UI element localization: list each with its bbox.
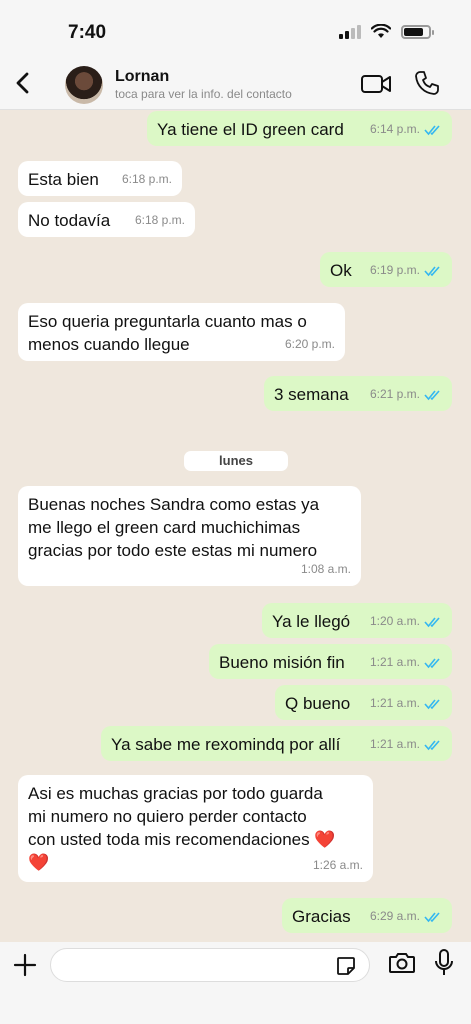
battery-icon	[401, 24, 434, 39]
sticker-icon[interactable]	[335, 955, 357, 977]
camera-icon[interactable]	[388, 950, 416, 976]
message-meta: 6:21 p.m.	[370, 383, 442, 406]
message-list[interactable]: Ya tiene el ID green card 6:14 p.m. Esta…	[0, 110, 471, 942]
message-time: 6:14 p.m.	[369, 122, 420, 136]
message-meta: 6:20 p.m.	[285, 333, 335, 356]
message-outgoing[interactable]: Bueno misión fin 1:21 a.m.	[209, 644, 452, 679]
message-outgoing[interactable]: Ya sabe me rexomindq por allí 1:21 a.m.	[101, 726, 452, 761]
contact-name[interactable]: Lornan	[115, 68, 169, 86]
message-time: 1:08 a.m.	[300, 562, 351, 576]
message-text: No todavía	[28, 211, 111, 230]
message-text-line: Buenas noches Sandra como estas ya	[28, 495, 320, 514]
message-outgoing[interactable]: 3 semana 6:21 p.m.	[264, 376, 452, 411]
message-time: 6:18 p.m.	[134, 213, 185, 227]
message-text: Esta bien	[28, 170, 99, 189]
message-meta: 6:18 p.m.	[135, 209, 185, 232]
phone-icon[interactable]	[414, 70, 440, 96]
status-icons	[339, 24, 434, 39]
message-outgoing[interactable]: Ya le llegó 1:20 a.m.	[262, 603, 452, 638]
message-time: 1:21 a.m.	[369, 737, 420, 751]
message-text: 3 semana	[274, 385, 349, 404]
read-tick-icon	[424, 124, 440, 135]
message-input[interactable]	[50, 948, 370, 982]
message-text-line: con usted toda mis recomendaciones ❤️	[28, 830, 336, 849]
day-separator: lunes	[184, 451, 288, 471]
read-tick-icon	[424, 739, 440, 750]
message-outgoing[interactable]: Ok 6:19 p.m.	[320, 252, 452, 287]
message-text-line: Eso queria preguntarla cuanto mas o	[28, 312, 307, 331]
message-incoming[interactable]: Asi es muchas gracias por todo guarda mi…	[18, 775, 373, 882]
avatar[interactable]	[65, 66, 103, 104]
back-icon[interactable]	[12, 68, 34, 98]
contact-info-hint[interactable]: toca para ver la info. del contacto	[115, 87, 292, 101]
message-text-line: mi numero no quiero perder contacto	[28, 807, 307, 826]
composer-bar	[0, 942, 471, 1024]
message-incoming[interactable]: Buenas noches Sandra como estas ya me ll…	[18, 486, 361, 586]
message-meta: 1:20 a.m.	[370, 610, 442, 633]
message-text: Ya tiene el ID green card	[157, 120, 344, 139]
message-time: 6:19 p.m.	[369, 263, 420, 277]
read-tick-icon	[424, 911, 440, 922]
message-meta: 1:21 a.m.	[370, 733, 442, 756]
message-text: Gracias	[292, 907, 351, 926]
message-meta: 1:26 a.m.	[313, 854, 363, 877]
wifi-icon	[371, 24, 391, 38]
status-bar: 7:40	[0, 0, 471, 58]
message-meta: 1:08 a.m.	[301, 558, 351, 581]
read-tick-icon	[424, 265, 440, 276]
message-meta: 6:14 p.m.	[370, 118, 442, 141]
read-tick-icon	[424, 657, 440, 668]
message-text: Bueno misión fin	[219, 653, 345, 672]
message-outgoing[interactable]: Gracias 6:29 a.m.	[282, 898, 452, 933]
message-text: Q bueno	[285, 694, 351, 713]
message-time: 6:29 a.m.	[369, 909, 420, 923]
message-incoming[interactable]: Esta bien 6:18 p.m.	[18, 161, 182, 196]
read-tick-icon	[424, 698, 440, 709]
message-text: Ok	[330, 261, 352, 280]
message-time: 1:26 a.m.	[312, 858, 363, 872]
status-time: 7:40	[68, 22, 107, 43]
message-time: 1:20 a.m.	[369, 614, 420, 628]
read-tick-icon	[424, 616, 440, 627]
message-meta: 6:18 p.m.	[122, 168, 172, 191]
message-time: 6:21 p.m.	[369, 387, 420, 401]
message-outgoing[interactable]: Q bueno 1:21 a.m.	[275, 685, 452, 720]
plus-icon[interactable]	[12, 952, 38, 978]
message-outgoing[interactable]: Ya tiene el ID green card 6:14 p.m.	[147, 111, 452, 146]
message-time: 1:21 a.m.	[369, 696, 420, 710]
message-time: 6:18 p.m.	[121, 172, 172, 186]
message-meta: 6:29 a.m.	[370, 905, 442, 928]
message-meta: 1:21 a.m.	[370, 651, 442, 674]
message-text-line: me llego el green card muchichimas	[28, 518, 301, 537]
message-text: Ya sabe me rexomindq por allí	[111, 735, 341, 754]
message-meta: 6:19 p.m.	[370, 259, 442, 282]
signal-icon	[339, 24, 361, 39]
message-time: 1:21 a.m.	[369, 655, 420, 669]
message-text: Ya le llegó	[272, 612, 351, 631]
video-call-icon[interactable]	[360, 72, 392, 96]
message-text-line: Asi es muchas gracias por todo guarda	[28, 784, 323, 803]
message-incoming[interactable]: No todavía 6:18 p.m.	[18, 202, 195, 237]
message-incoming[interactable]: Eso queria preguntarla cuanto mas o meno…	[18, 303, 345, 361]
chat-header[interactable]: Lornan toca para ver la info. del contac…	[0, 58, 471, 110]
read-tick-icon	[424, 389, 440, 400]
message-meta: 1:21 a.m.	[370, 692, 442, 715]
message-time: 6:20 p.m.	[284, 337, 335, 351]
microphone-icon[interactable]	[432, 948, 456, 978]
